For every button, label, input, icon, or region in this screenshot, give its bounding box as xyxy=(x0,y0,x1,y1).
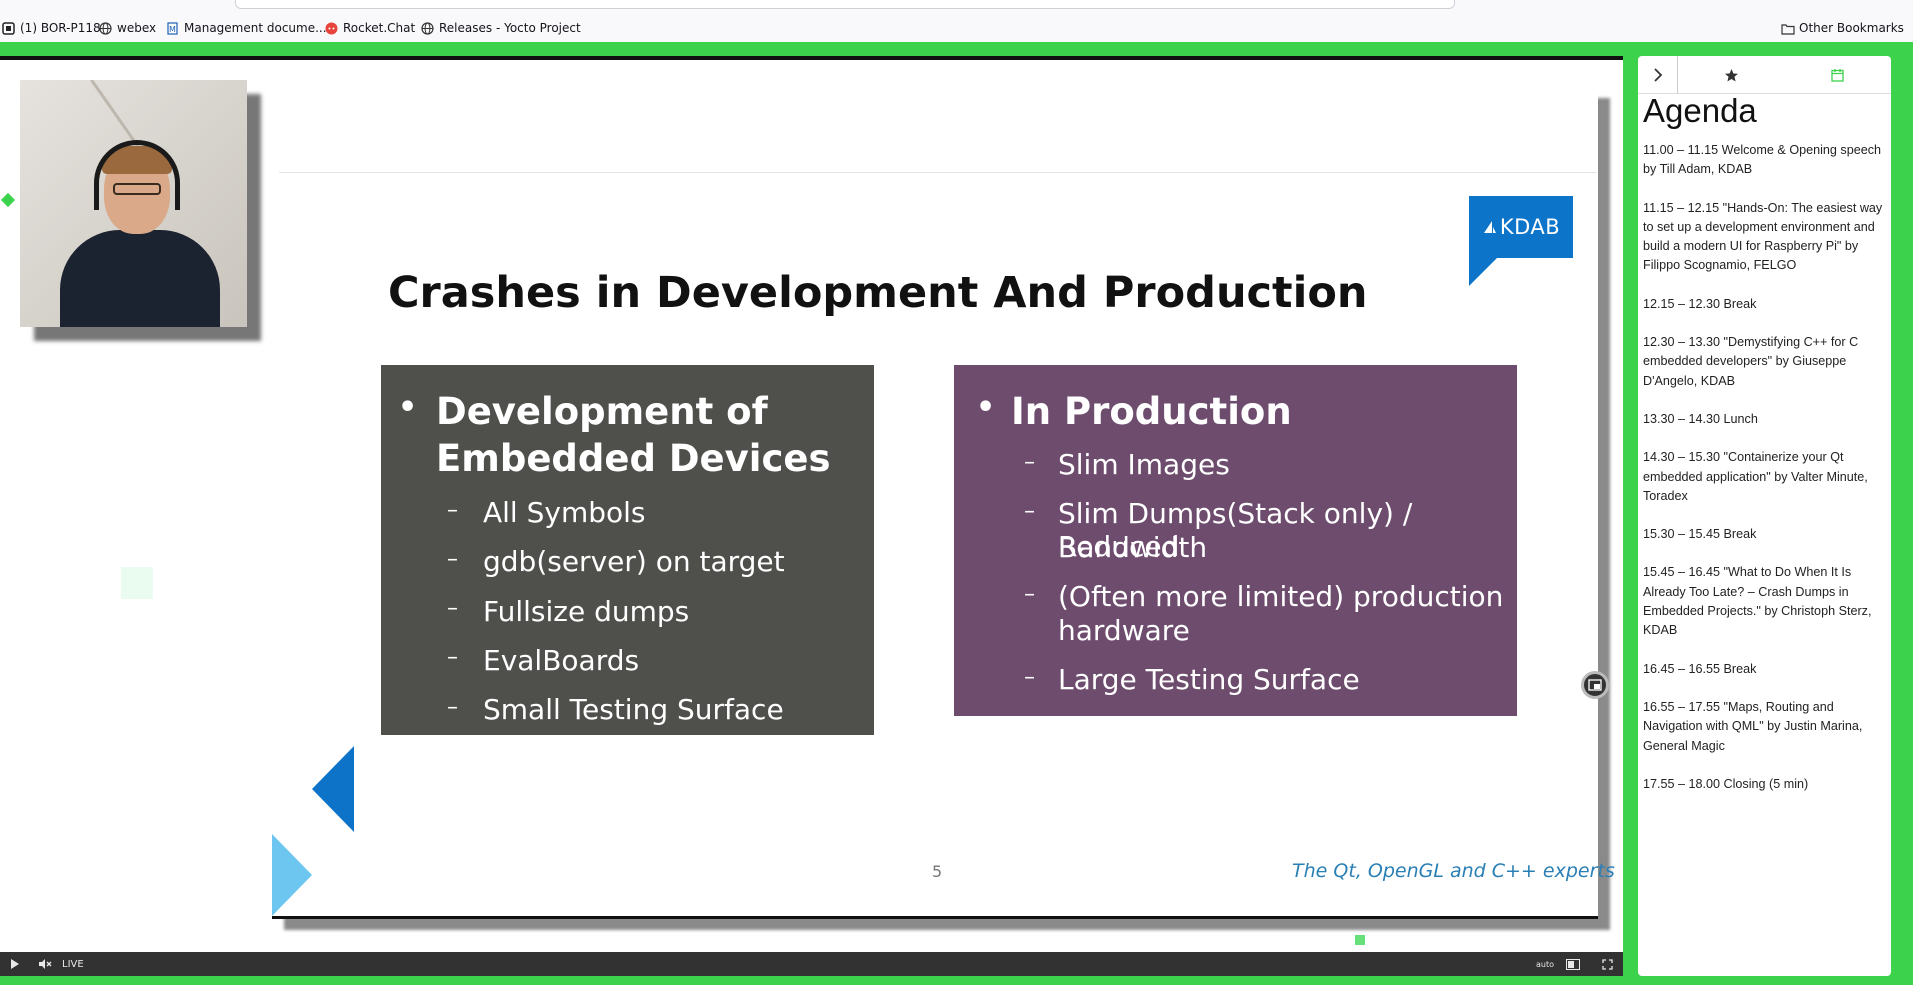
bookmark-label: webex xyxy=(117,21,157,35)
tab-icon xyxy=(2,21,15,35)
slide-bottom-border xyxy=(272,916,1598,919)
decorative-triangle-light xyxy=(272,834,312,916)
live-indicator: LIVE xyxy=(62,958,84,970)
mute-button[interactable] xyxy=(38,957,52,971)
dash: – xyxy=(1024,450,1035,475)
bookmark-label: (1) BOR-P118 xyxy=(20,21,101,35)
bookmark-label: Management docume... xyxy=(184,21,327,35)
player-controls: LIVE auto xyxy=(0,952,1623,976)
dash: – xyxy=(447,695,458,720)
bookmark-rocketchat[interactable]: Rocket.Chat xyxy=(325,19,415,37)
development-heading-line1: Development of xyxy=(436,390,768,433)
list-item-continuation: Bandwidth xyxy=(1058,531,1208,564)
bookmark-label: Releases - Yocto Project xyxy=(439,21,581,35)
chevron-right-icon xyxy=(1653,68,1662,82)
list-item: (Often more limited) production xyxy=(1058,580,1504,613)
list-item: gdb(server) on target xyxy=(483,545,785,578)
collapse-panel-button[interactable] xyxy=(1638,56,1678,94)
bookmark-label: Rocket.Chat xyxy=(343,21,416,35)
decorative-triangle-dark xyxy=(312,746,354,832)
play-icon xyxy=(11,959,19,969)
stage-divider xyxy=(0,56,1623,60)
svg-text:M: M xyxy=(169,25,176,34)
agenda-item: 16.45 – 16.55 Break xyxy=(1643,661,1757,676)
calendar-icon xyxy=(1831,69,1844,82)
kdab-logo-mark xyxy=(1483,221,1496,233)
slide-title: Crashes in Development And Production xyxy=(388,268,1368,318)
panel-title: Agenda xyxy=(1643,92,1757,129)
tab-agenda[interactable] xyxy=(1784,56,1891,94)
bookmark-webex[interactable]: webex xyxy=(99,19,156,37)
fullscreen-icon xyxy=(1602,958,1613,970)
dash: – xyxy=(1024,499,1035,524)
fullscreen-button[interactable] xyxy=(1602,957,1613,971)
decorative-square xyxy=(121,567,153,599)
globe-icon xyxy=(421,21,434,35)
other-bookmarks-label: Other Bookmarks xyxy=(1799,21,1904,35)
list-item: All Symbols xyxy=(483,496,646,529)
list-item-continuation: hardware xyxy=(1058,614,1190,647)
agenda-item: 15.45 – 16.45 "What to Do When It Is Alr… xyxy=(1643,565,1872,638)
side-by-side-button[interactable] xyxy=(1581,671,1609,699)
agenda-item: 11.15 – 12.15 "Hands-On: The easiest way… xyxy=(1643,200,1883,273)
production-box: • In Production – Slim Images – Slim Dum… xyxy=(954,365,1517,716)
folder-icon xyxy=(1781,22,1795,35)
list-item: Small Testing Surface xyxy=(483,693,784,726)
bookmark-yocto-releases[interactable]: Releases - Yocto Project xyxy=(421,19,581,37)
list-item: Slim Images xyxy=(1058,448,1230,481)
dash: – xyxy=(447,547,458,572)
list-item: EvalBoards xyxy=(483,644,640,677)
panel-tabs xyxy=(1638,56,1891,94)
bookmarks-toolbar: (1) BOR-P118 webex M Management docume..… xyxy=(0,0,1913,42)
list-item: Fullsize dumps xyxy=(483,595,690,628)
layout-icon xyxy=(1566,958,1580,970)
agenda-item: 11.00 – 11.15 Welcome & Opening speech b… xyxy=(1643,143,1882,177)
development-heading-line2: Embedded Devices xyxy=(436,437,831,480)
agenda-item: 12.15 – 12.30 Break xyxy=(1643,296,1757,311)
bookmark-management-documents[interactable]: M Management docume... xyxy=(166,19,327,37)
dash: – xyxy=(1024,665,1035,690)
bullet: • xyxy=(398,390,418,425)
bookmark-bor-p118[interactable]: (1) BOR-P118 xyxy=(2,19,101,37)
agenda-item: 16.55 – 17.55 "Maps, Routing and Navigat… xyxy=(1643,699,1863,753)
play-button[interactable] xyxy=(10,957,20,971)
agenda-list: 11.00 – 11.15 Welcome & Opening speech b… xyxy=(1643,141,1887,813)
dash: – xyxy=(447,645,458,670)
layout-icon xyxy=(1588,679,1602,691)
list-item: Large Testing Surface xyxy=(1058,663,1360,696)
kdab-logo: KDAB xyxy=(1469,196,1573,258)
muted-speaker-icon xyxy=(39,959,52,969)
agenda-item: 15.30 – 15.45 Break xyxy=(1643,527,1757,542)
slide-tagline: The Qt, OpenGL and C++ experts xyxy=(1292,860,1615,882)
other-bookmarks[interactable]: Other Bookmarks xyxy=(1781,19,1904,37)
agenda-item: 13.30 – 14.30 Lunch xyxy=(1643,411,1758,426)
decorative-marker xyxy=(1355,935,1365,945)
agenda-panel: Agenda 11.00 – 11.15 Welcome & Opening s… xyxy=(1638,56,1891,976)
agenda-item: 14.30 – 15.30 "Containerize your Qt embe… xyxy=(1643,450,1868,503)
globe-icon xyxy=(99,21,112,35)
quality-selector[interactable]: auto xyxy=(1536,957,1554,971)
dash: – xyxy=(1024,582,1035,607)
bullet: • xyxy=(976,390,996,425)
production-heading: In Production xyxy=(1011,390,1292,433)
rocketchat-icon xyxy=(325,22,338,35)
layout-button[interactable] xyxy=(1566,957,1580,971)
document-icon: M xyxy=(166,21,179,35)
tab-favorites[interactable] xyxy=(1678,56,1784,94)
dash: – xyxy=(447,596,458,621)
agenda-item: 17.55 – 18.00 Closing (5 min) xyxy=(1643,776,1809,791)
slide-header-line xyxy=(279,172,1596,173)
kdab-logo-tail xyxy=(1469,256,1499,286)
development-box: • Development of Embedded Devices – All … xyxy=(381,365,874,735)
webcam-video xyxy=(20,80,247,327)
agenda-item: 12.30 – 13.30 "Demystifying C++ for C em… xyxy=(1643,335,1859,388)
kdab-logo-text: KDAB xyxy=(1499,215,1561,239)
dash: – xyxy=(447,498,458,523)
star-icon xyxy=(1724,68,1738,81)
slide-page-number: 5 xyxy=(932,862,943,881)
address-bar[interactable] xyxy=(235,0,1455,9)
